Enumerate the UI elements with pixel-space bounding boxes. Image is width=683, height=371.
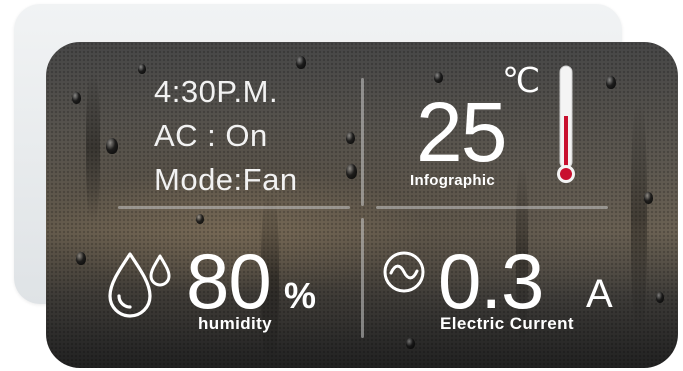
rain-drop (346, 132, 355, 144)
temperature-unit: ℃ (502, 62, 541, 100)
rain-drop (76, 252, 86, 265)
rain-drop (656, 292, 664, 303)
rain-drop (196, 214, 204, 224)
rain-drop (138, 64, 146, 74)
time-readout: 4:30P.M. (154, 74, 279, 109)
rain-streak (631, 102, 647, 332)
humidity-value: 80 (186, 237, 272, 325)
divider-horizontal-right (376, 206, 608, 209)
rain-drop (606, 76, 616, 89)
rain-drop (346, 164, 357, 179)
water-drops-icon (108, 252, 171, 318)
current-unit: A (586, 272, 613, 316)
rain-drop (106, 138, 118, 154)
rain-drop (406, 338, 415, 349)
ac-status-panel: 4:30P.M. AC : On Mode:Fan 25 ℃ Infograph… (46, 42, 678, 368)
divider-vertical-bottom (361, 218, 364, 338)
ac-wave-icon (383, 251, 425, 293)
rain-streak (86, 72, 100, 222)
current-value: 0.3 (438, 237, 544, 325)
thermometer-icon (557, 65, 575, 183)
rain-drop (644, 192, 653, 204)
temperature-value: 25 (416, 85, 507, 179)
current-caption: Electric Current (440, 314, 574, 333)
ac-mode-status: Mode:Fan (154, 162, 298, 197)
rain-drop (72, 92, 81, 104)
divider-vertical-top (361, 78, 364, 206)
humidity-caption: humidity (198, 314, 273, 333)
rain-drop (296, 56, 306, 69)
temperature-caption: Infographic (410, 172, 495, 189)
divider-horizontal-left (118, 206, 350, 209)
ac-power-status: AC : On (154, 118, 268, 153)
rain-drop (434, 72, 443, 83)
humidity-unit: % (284, 275, 317, 316)
